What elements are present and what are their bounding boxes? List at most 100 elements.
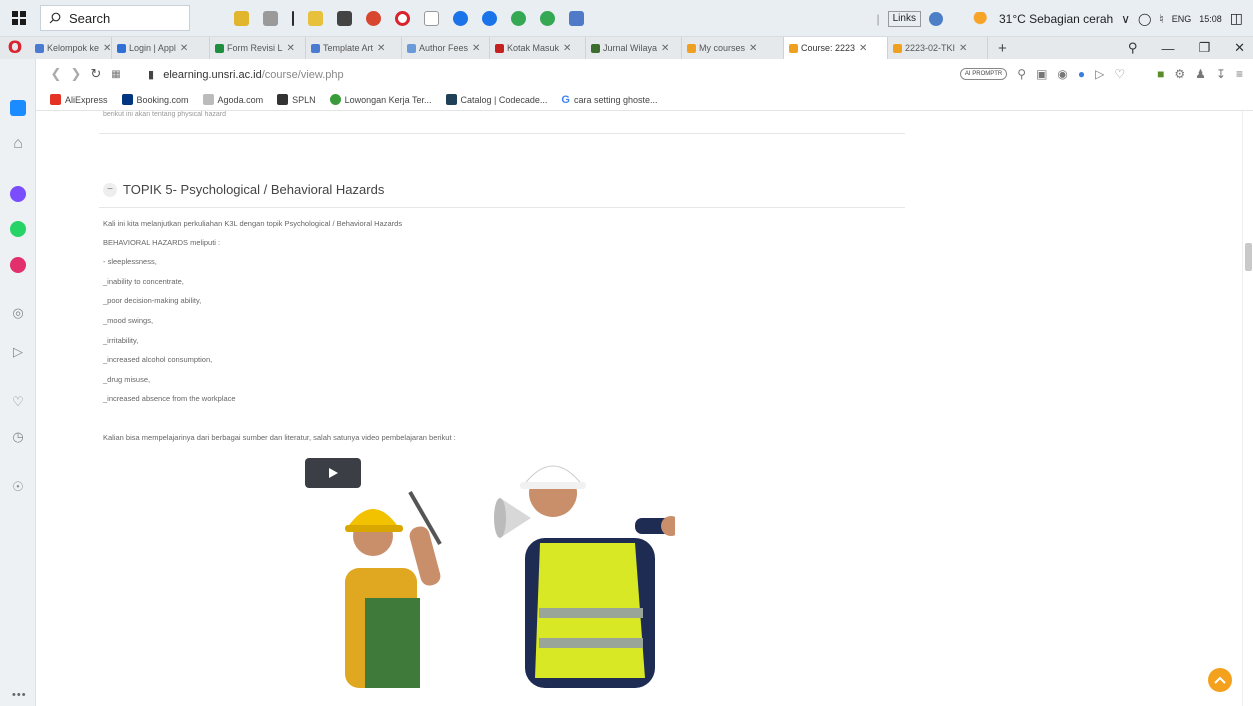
hazard-item: - sleeplessness, [103,257,157,266]
windows-taskbar: Search | Links 31°C Sebagian cerah ∨ ◯ ♮… [0,0,1253,37]
camera-icon[interactable]: ◉ [1057,67,1067,81]
send-icon[interactable]: ▷ [10,344,26,360]
browser-tab[interactable]: Login | Appl ✕ [112,37,210,59]
profile-icon[interactable]: ♟ [1195,67,1206,81]
new-tab-button[interactable]: + [988,40,1017,57]
tab-favicon-icon [789,43,798,53]
video-play-button[interactable] [305,458,361,488]
close-tab-icon[interactable]: ✕ [563,43,571,54]
taskbar-app-icon[interactable] [366,10,381,26]
light-bulb-icon[interactable]: ☉ [10,479,26,495]
reload-icon[interactable]: ↻ [86,66,106,82]
workspace-icon[interactable] [10,100,26,116]
collapse-toggle-icon[interactable]: − [103,182,117,197]
close-window-icon[interactable]: ✕ [1234,40,1245,56]
extensions-icon[interactable]: ⚙ [1174,67,1185,81]
forward-icon[interactable]: ❯ [66,66,86,82]
taskbar-app-icon[interactable] [308,10,323,26]
heart-icon[interactable]: ♡ [1114,67,1125,81]
instagram-icon[interactable] [10,257,26,273]
download-icon[interactable]: ↧ [1216,67,1226,81]
back-icon[interactable]: ❮ [46,66,66,82]
ai-assistant-icon[interactable]: ◎ [10,305,26,321]
pinboard-heart-icon[interactable]: ♡ [10,394,26,410]
home-icon[interactable]: ⌂ [10,135,26,152]
links-toolbar[interactable]: Links [887,10,921,27]
close-tab-icon[interactable]: ✕ [472,43,480,54]
close-tab-icon[interactable]: ✕ [859,43,867,54]
snapshot-icon[interactable]: ▣ [1036,67,1047,81]
chrome-taskbar-icon[interactable] [482,10,497,26]
close-tab-icon[interactable]: ✕ [377,43,385,54]
page-scrollbar[interactable] [1242,111,1253,706]
close-tab-icon[interactable]: ✕ [749,43,757,54]
easy-setup-icon[interactable]: ≡ [1236,67,1243,81]
browser-tab[interactable]: Author Fees ✕ [402,37,490,59]
history-icon[interactable]: ◷ [10,429,26,445]
browser-tab[interactable]: My courses ✕ [682,37,784,59]
taskbar-search-box[interactable]: Search [40,5,190,31]
chevron-up-icon [1214,676,1226,684]
bookmark-booking[interactable]: Booking.com [121,94,189,105]
minimize-icon[interactable]: — [1161,41,1174,56]
embedded-video[interactable] [295,448,675,688]
tab-label: Author Fees [419,43,469,53]
clock[interactable]: 15:08 [1199,14,1222,24]
whatsapp-icon[interactable] [10,221,26,237]
notification-icon[interactable]: ◫ [1230,10,1243,27]
bookmark-lowongan[interactable]: Lowongan Kerja Ter... [329,94,432,105]
topic-header[interactable]: − TOPIK 5- Psychological / Behavioral Ha… [103,182,384,197]
vpn-shield-icon[interactable]: ● [1078,67,1085,81]
bookmark-agoda[interactable]: Agoda.com [202,94,263,105]
browser-tab[interactable]: Template Art ✕ [306,37,402,59]
close-tab-icon[interactable]: ✕ [180,43,188,54]
close-tab-icon[interactable]: ✕ [287,43,295,54]
volume-icon[interactable]: ♮ [1159,12,1163,26]
tab-search-icon[interactable]: ⚲ [1128,40,1138,56]
url-field[interactable]: ▮ elearning.unsri.ac.id/course/view.php [148,68,344,81]
more-options-icon[interactable]: ••• [12,689,27,701]
close-tab-icon[interactable]: ✕ [959,43,967,54]
chrome-taskbar-icon[interactable] [540,10,555,26]
browser-tab[interactable]: 2223-02-TKI ✕ [888,37,988,59]
browser-tab[interactable]: Kelompok ke ✕ [30,37,112,59]
taskbar-app-icon[interactable] [569,10,584,26]
browser-tab-active[interactable]: Course: 2223 ✕ [784,37,888,59]
chrome-taskbar-icon[interactable] [511,10,526,26]
edge-icon[interactable] [928,11,943,26]
close-tab-icon[interactable]: ✕ [103,43,111,54]
taskbar-app-icon[interactable] [234,10,249,26]
speed-dial-icon[interactable]: ▦ [106,69,126,80]
bookmark-codecademy[interactable]: Catalog | Codecade... [445,94,547,105]
opera-menu-icon[interactable]: O [0,38,30,58]
window-controls: ⚲ — ❐ ✕ [1128,37,1245,59]
bookmark-spln[interactable]: SPLN [277,94,316,105]
windows-start-icon[interactable] [12,11,26,25]
bookmark-google[interactable]: Gcara setting ghoste... [561,94,657,106]
browser-tab[interactable]: Form Revisi L ✕ [210,37,306,59]
tab-label: Form Revisi L [227,43,283,53]
browser-tab[interactable]: Jurnal Wilaya ✕ [586,37,682,59]
close-tab-icon[interactable]: ✕ [661,43,669,54]
browser-tab[interactable]: Kotak Masuk ✕ [490,37,586,59]
network-icon[interactable]: ◯ [1138,12,1151,26]
hazards-heading: BEHAVIORAL HAZARDS meliputi : [103,238,221,247]
opera-taskbar-icon[interactable] [395,10,410,26]
ai-prompt-extension[interactable]: AI PROMPTR [959,68,1008,80]
taskbar-app-icon[interactable] [337,10,352,26]
taskbar-app-icon[interactable] [424,10,439,26]
address-bar-row: ❮ ❯ ↻ ▦ ▮ elearning.unsri.ac.id/course/v… [36,59,1253,89]
bookmark-aliexpress[interactable]: AliExpress [50,94,108,105]
chevron-up-icon[interactable]: ∨ [1121,12,1130,26]
restore-icon[interactable]: ❐ [1198,40,1210,56]
messenger-icon[interactable] [10,186,26,202]
search-icon[interactable]: ⚲ [1017,67,1026,81]
back-to-top-button[interactable] [1208,668,1232,692]
player-icon[interactable]: ▷ [1095,67,1104,81]
taskbar-app-icon[interactable] [263,10,278,26]
language-indicator[interactable]: ENG [1172,14,1192,24]
extension-icon[interactable]: ■ [1157,67,1164,81]
scrollbar-thumb[interactable] [1245,243,1252,271]
chrome-taskbar-icon[interactable] [453,10,468,26]
weather-text[interactable]: 31°C Sebagian cerah [999,12,1113,26]
